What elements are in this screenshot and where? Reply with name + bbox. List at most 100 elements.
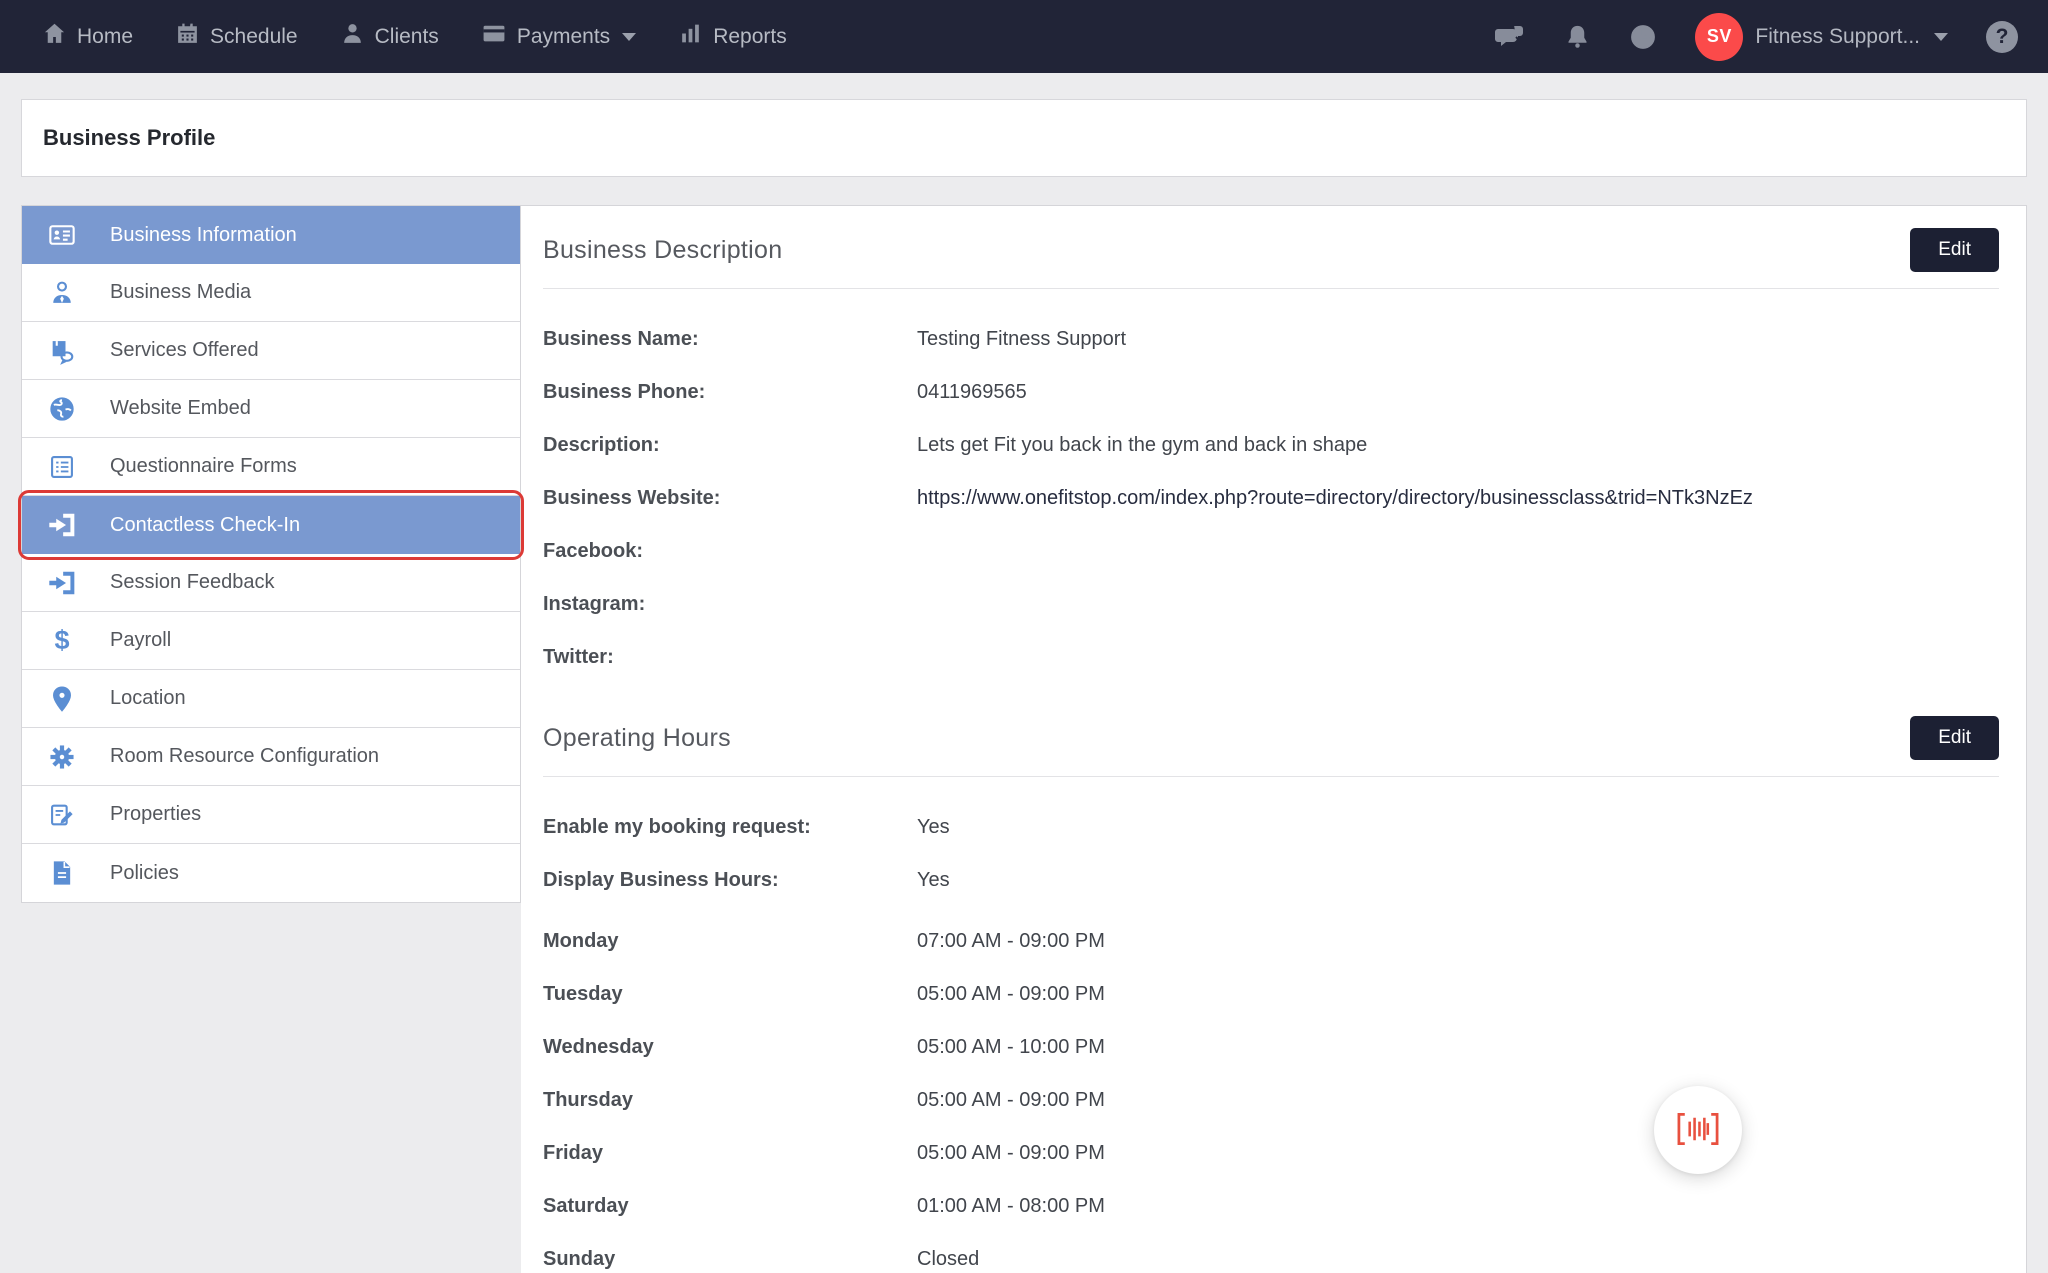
field-instagram: Instagram: — [543, 578, 1999, 631]
top-navigation: Home Schedule Clients Payments Reports — [0, 0, 2048, 73]
sidebar-item-session-feedback[interactable]: Session Feedback — [22, 554, 520, 612]
field-description: Description: Lets get Fit you back in th… — [543, 419, 1999, 472]
day-label: Sunday — [543, 1248, 917, 1271]
chevron-down-icon — [622, 33, 636, 41]
home-icon — [42, 21, 67, 52]
hours-row-wednesday: Wednesday 05:00 AM - 10:00 PM — [543, 1021, 1999, 1074]
book-chat-icon — [47, 337, 77, 365]
document-icon — [47, 859, 77, 887]
sidebar-item-label: Services Offered — [110, 339, 259, 362]
help-icon[interactable]: ? — [1986, 21, 2018, 53]
edit-business-description-button[interactable]: Edit — [1910, 228, 1999, 272]
nav-item-label: Home — [77, 25, 133, 49]
nav-item-home[interactable]: Home — [42, 21, 133, 52]
sidebar-item-website-embed[interactable]: Website Embed — [22, 380, 520, 438]
sidebar-item-business-information[interactable]: Business Information — [22, 206, 520, 264]
id-card-icon — [47, 221, 77, 249]
field-label: Facebook: — [543, 540, 917, 563]
day-label: Wednesday — [543, 1036, 917, 1059]
field-business-website: Business Website: https://www.onefitstop… — [543, 472, 1999, 525]
field-enable-booking-request: Enable my booking request: Yes — [543, 801, 1999, 854]
page-title: Business Profile — [43, 125, 215, 151]
divider — [543, 288, 1999, 289]
user-icon — [47, 279, 77, 307]
chevron-down-icon — [1934, 33, 1948, 41]
chat-icon[interactable] — [1494, 23, 1526, 51]
field-value: Yes — [917, 816, 950, 839]
hours-row-saturday: Saturday 01:00 AM - 08:00 PM — [543, 1180, 1999, 1233]
field-label: Business Name: — [543, 328, 917, 351]
sidebar-item-label: Payroll — [110, 629, 171, 652]
edit-operating-hours-button[interactable]: Edit — [1910, 716, 1999, 760]
hours-row-thursday: Thursday 05:00 AM - 09:00 PM — [543, 1074, 1999, 1127]
nav-right-cluster: SV Fitness Support... ? — [1494, 13, 2018, 61]
section-title: Operating Hours — [543, 724, 731, 753]
field-value: Lets get Fit you back in the gym and bac… — [917, 434, 1367, 457]
sign-in-icon — [47, 569, 77, 597]
business-profile-sidebar: Business Information Business Media Serv… — [21, 205, 521, 903]
sidebar-item-properties[interactable]: Properties — [22, 786, 520, 844]
business-website-link[interactable]: https://www.onefitstop.com/index.php?rou… — [917, 487, 1753, 510]
list-icon — [47, 453, 77, 481]
sidebar-item-contactless-check-in[interactable]: Contactless Check-In — [22, 496, 520, 554]
spacer — [543, 907, 1999, 915]
sidebar-item-label: Room Resource Configuration — [110, 745, 379, 768]
day-hours: 07:00 AM - 09:00 PM — [917, 930, 1105, 953]
sidebar-item-label: Business Media — [110, 281, 251, 304]
nav-item-payments[interactable]: Payments — [481, 21, 636, 52]
contactless-scan-fab[interactable] — [1654, 1086, 1742, 1174]
hours-row-tuesday: Tuesday 05:00 AM - 09:00 PM — [543, 968, 1999, 1021]
nav-item-label: Schedule — [210, 25, 298, 49]
day-hours: 05:00 AM - 09:00 PM — [917, 983, 1105, 1006]
bar-chart-icon — [678, 21, 703, 52]
edit-document-icon — [47, 801, 77, 829]
clock-icon[interactable] — [1629, 23, 1657, 51]
business-information-panel: Business Description Edit Business Name:… — [521, 205, 2027, 1273]
field-label: Enable my booking request: — [543, 816, 917, 839]
field-value: Yes — [917, 869, 950, 892]
barcode-scan-icon — [1675, 1110, 1721, 1151]
field-label: Business Phone: — [543, 381, 917, 404]
map-marker-icon — [47, 685, 77, 713]
sidebar-item-room-resource-configuration[interactable]: Room Resource Configuration — [22, 728, 520, 786]
field-facebook: Facebook: — [543, 525, 1999, 578]
nav-item-clients[interactable]: Clients — [340, 21, 439, 52]
day-hours: 01:00 AM - 08:00 PM — [917, 1195, 1105, 1218]
field-twitter: Twitter: — [543, 631, 1999, 684]
page-title-card: Business Profile — [21, 99, 2027, 177]
sidebar-item-policies[interactable]: Policies — [22, 844, 520, 902]
section-title: Business Description — [543, 236, 782, 265]
field-label: Twitter: — [543, 646, 917, 669]
nav-item-label: Reports — [713, 25, 787, 49]
day-hours: 05:00 AM - 09:00 PM — [917, 1089, 1105, 1112]
sidebar-item-business-media[interactable]: Business Media — [22, 264, 520, 322]
hours-row-monday: Monday 07:00 AM - 09:00 PM — [543, 915, 1999, 968]
credit-card-icon — [481, 21, 507, 52]
nav-item-label: Payments — [517, 25, 610, 49]
sidebar-item-label: Contactless Check-In — [110, 514, 300, 537]
bell-icon[interactable] — [1564, 23, 1591, 50]
sidebar-item-label: Business Information — [110, 224, 297, 247]
avatar: SV — [1695, 13, 1743, 61]
field-label: Instagram: — [543, 593, 917, 616]
hours-row-friday: Friday 05:00 AM - 09:00 PM — [543, 1127, 1999, 1180]
day-label: Monday — [543, 930, 917, 953]
sidebar-item-label: Properties — [110, 803, 201, 826]
sidebar-item-label: Location — [110, 687, 186, 710]
account-menu[interactable]: SV Fitness Support... — [1695, 13, 1948, 61]
operating-hours-header: Operating Hours Edit — [543, 710, 1999, 766]
sidebar-item-location[interactable]: Location — [22, 670, 520, 728]
sidebar-item-label: Policies — [110, 862, 179, 885]
day-hours: Closed — [917, 1248, 979, 1271]
nav-item-reports[interactable]: Reports — [678, 21, 787, 52]
sidebar-item-services-offered[interactable]: Services Offered — [22, 322, 520, 380]
sidebar-item-questionnaire-forms[interactable]: Questionnaire Forms — [22, 438, 520, 496]
dollar-icon: $ — [47, 627, 77, 654]
nav-item-label: Clients — [375, 25, 439, 49]
field-label: Description: — [543, 434, 917, 457]
divider — [543, 776, 1999, 777]
globe-icon — [47, 395, 77, 423]
account-name: Fitness Support... — [1755, 25, 1920, 49]
nav-item-schedule[interactable]: Schedule — [175, 21, 298, 52]
sidebar-item-payroll[interactable]: $ Payroll — [22, 612, 520, 670]
